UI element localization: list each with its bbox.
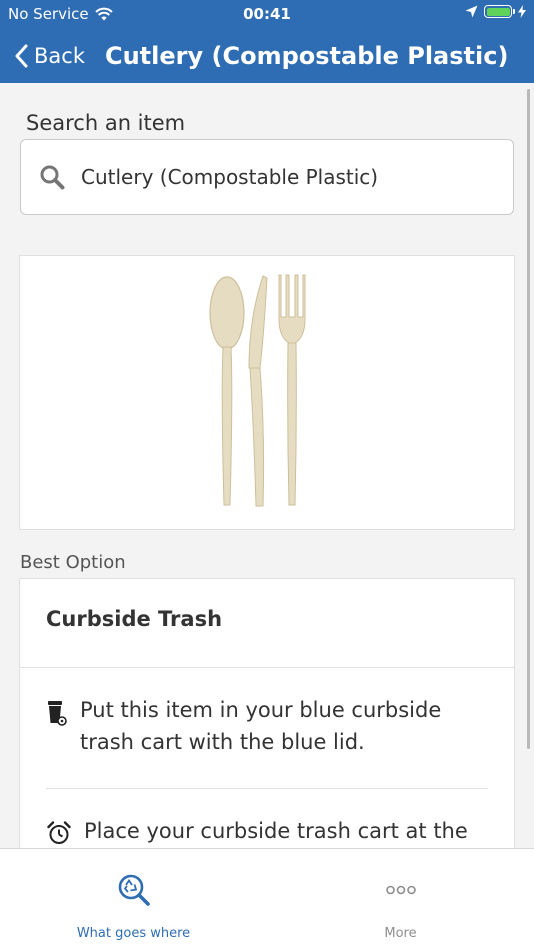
best-option-card: Curbside Trash Put this item in your blu… bbox=[19, 578, 515, 848]
search-icon bbox=[39, 164, 65, 190]
status-bar: No Service 00:41 bbox=[0, 0, 534, 28]
main-content[interactable]: Search an item Best Option Curbside Tras… bbox=[0, 83, 534, 848]
chevron-left-icon bbox=[15, 44, 28, 67]
divider bbox=[46, 788, 488, 789]
alarm-clock-icon bbox=[46, 821, 72, 845]
option-title: Curbside Trash bbox=[46, 607, 223, 631]
cutlery-image bbox=[209, 274, 306, 506]
recycle-search-icon bbox=[0, 873, 267, 907]
back-button[interactable]: Back bbox=[14, 44, 85, 68]
top-bar: No Service 00:41 Back Cutlery (Compostab… bbox=[0, 0, 534, 83]
search-box[interactable] bbox=[20, 139, 514, 215]
battery-icon bbox=[484, 5, 515, 18]
tab-more[interactable]: More bbox=[267, 849, 534, 950]
instruction-item: Place your curbside trash cart at the bbox=[46, 815, 494, 847]
item-image-card bbox=[19, 255, 515, 530]
search-input[interactable] bbox=[79, 164, 483, 190]
tab-label: What goes where bbox=[76, 926, 191, 941]
page-title: Cutlery (Compostable Plastic) bbox=[104, 41, 509, 70]
navigation-bar: Back Cutlery (Compostable Plastic) bbox=[0, 28, 534, 83]
divider bbox=[20, 667, 514, 668]
trash-cart-icon bbox=[46, 700, 68, 726]
best-option-label: Best Option bbox=[20, 552, 126, 573]
instruction-text: Put this item in your blue curbside tras… bbox=[80, 698, 442, 754]
scrollbar[interactable] bbox=[527, 89, 530, 749]
search-label: Search an item bbox=[26, 111, 186, 135]
tab-what-goes-where[interactable]: What goes where bbox=[0, 849, 267, 950]
more-dots-icon bbox=[267, 885, 534, 895]
status-time: 00:41 bbox=[243, 5, 291, 23]
status-right-group bbox=[465, 5, 526, 18]
instruction-text: Place your curbside trash cart at the bbox=[84, 819, 468, 843]
location-arrow-icon bbox=[465, 5, 478, 18]
tab-label: More bbox=[384, 926, 417, 941]
instruction-item: Put this item in your blue curbside tras… bbox=[46, 694, 494, 758]
charging-bolt-icon bbox=[518, 5, 526, 18]
back-label: Back bbox=[34, 43, 85, 68]
tab-bar: What goes where More bbox=[0, 848, 534, 950]
